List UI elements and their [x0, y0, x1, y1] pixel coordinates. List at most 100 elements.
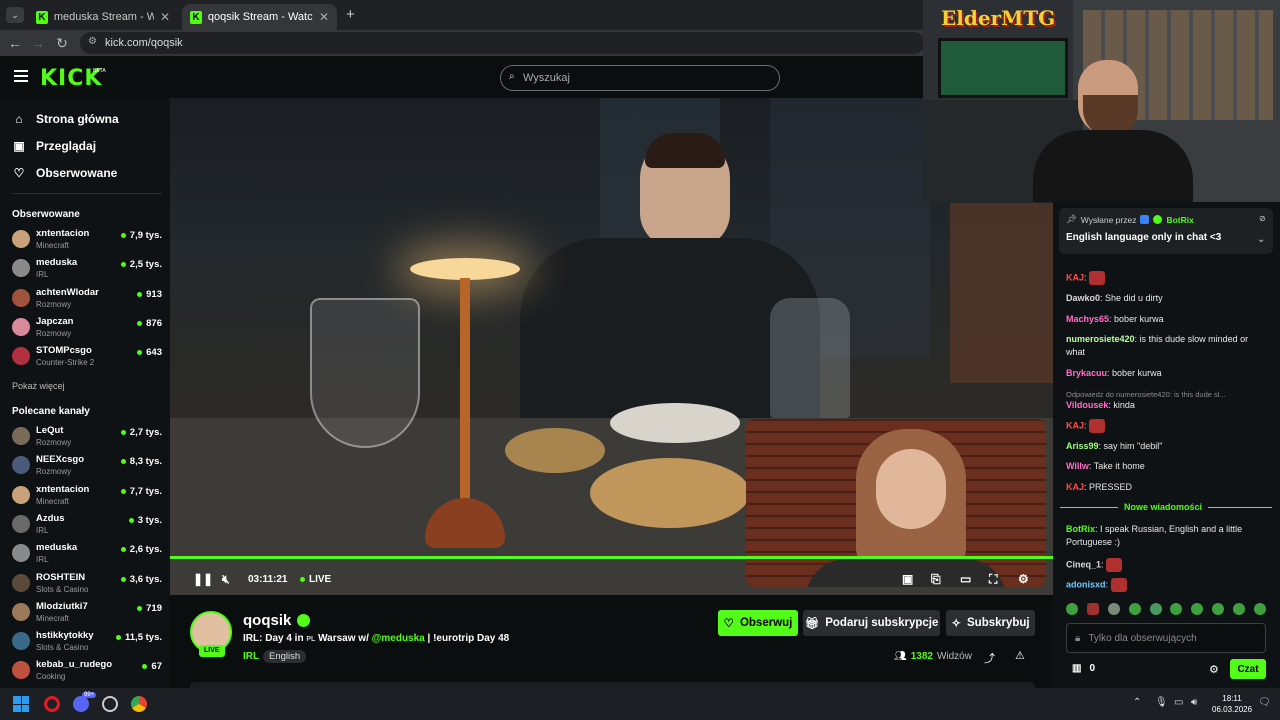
- share-icon[interactable]: ⤴: [984, 650, 995, 666]
- channel-row[interactable]: xntentacion Minecraft 7,7 tys.: [12, 484, 162, 512]
- emote-icon[interactable]: [1170, 603, 1183, 615]
- new-tab-button[interactable]: +: [346, 6, 355, 23]
- channel-row[interactable]: meduska IRL 2,6 tys.: [12, 542, 162, 570]
- site-info-icon[interactable]: ⚙: [88, 36, 97, 47]
- forward-icon[interactable]: →: [28, 33, 48, 53]
- channel-points[interactable]: ▥ 0: [1072, 663, 1095, 674]
- channel-row[interactable]: hstikkytokky Slots & Casino 11,5 tys.: [12, 630, 162, 658]
- clock[interactable]: 18:11 06.03.2026: [1212, 693, 1252, 715]
- nav-following[interactable]: ♡ Obserwowane: [12, 166, 118, 180]
- channel-avatar-icon: [12, 288, 30, 307]
- emote-icon[interactable]: [1128, 603, 1141, 615]
- network-icon[interactable]: ▭: [1174, 697, 1183, 708]
- menu-icon[interactable]: [14, 70, 28, 82]
- url-field[interactable]: ⚙ kick.com/qoqsik: [80, 32, 925, 54]
- chat-username[interactable]: Brykacuu: [1066, 368, 1107, 378]
- channel-row[interactable]: LeQut Rozmowy 2,7 tys.: [12, 425, 162, 453]
- channel-row[interactable]: Japczan Rozmowy 876: [12, 316, 162, 344]
- emote-icon[interactable]: [1086, 603, 1099, 615]
- tab-search-icon[interactable]: ⌄: [6, 7, 24, 23]
- subscribe-button[interactable]: ✧ Subskrybuj: [946, 610, 1035, 636]
- pinned-message[interactable]: 📌︎ Wysłane przez BotRix ⊘ English langua…: [1059, 208, 1273, 254]
- search-input[interactable]: ⌕ Wyszukaj: [500, 65, 780, 91]
- chat-username[interactable]: Machys65: [1066, 314, 1109, 324]
- notifications-icon[interactable]: 🗨︎: [1258, 697, 1271, 708]
- language-tag[interactable]: English: [263, 650, 307, 663]
- clip-icon[interactable]: ⎘: [931, 572, 941, 587]
- chat-input[interactable]: 🔒︎ Tylko dla obserwujących: [1066, 623, 1266, 653]
- chat-username[interactable]: Vildousek: [1066, 400, 1108, 410]
- channel-row[interactable]: Azdus IRL 3 tys.: [12, 513, 162, 541]
- follow-button[interactable]: ♡ Obserwuj: [718, 610, 798, 636]
- category-link[interactable]: IRL: [243, 651, 259, 662]
- chat-text: Take it home: [1093, 461, 1145, 471]
- nav-home[interactable]: ⌂ Strona główna: [12, 112, 118, 126]
- app-icon[interactable]: [102, 696, 118, 712]
- channel-name: meduska: [36, 542, 78, 554]
- search-icon: ⌕: [509, 71, 515, 82]
- live-dot-icon: [142, 664, 148, 670]
- channel-row[interactable]: meduska IRL 2,5 tys.: [12, 257, 162, 285]
- report-icon[interactable]: ⚠: [1015, 649, 1025, 662]
- channel-row[interactable]: kebab_u_rudego Cooking 67: [12, 659, 162, 687]
- theater-mode-icon[interactable]: ▭: [960, 572, 971, 586]
- chat-username[interactable]: KAJ: [1066, 482, 1084, 492]
- windows-start-icon[interactable]: [13, 696, 29, 712]
- close-tab-icon[interactable]: ✕: [319, 10, 329, 24]
- chrome-icon[interactable]: [131, 696, 147, 712]
- channel-row[interactable]: NEEXcsgo Rozmowy 8,3 tys.: [12, 454, 162, 482]
- emote-icon[interactable]: [1149, 603, 1162, 615]
- opera-icon[interactable]: [44, 696, 60, 712]
- chat-settings-icon[interactable]: ⚙: [1209, 663, 1219, 676]
- expand-chevron-down-icon[interactable]: ⌄: [1257, 234, 1265, 245]
- settings-icon[interactable]: ⚙: [1018, 572, 1029, 586]
- chat-username[interactable]: Dawko0: [1066, 293, 1100, 303]
- chat-username[interactable]: Willw: [1066, 461, 1089, 471]
- live-indicator[interactable]: LIVE: [300, 574, 331, 585]
- chat-username[interactable]: KAJ: [1066, 420, 1084, 430]
- pip-icon[interactable]: ▣: [902, 572, 913, 586]
- close-tab-icon[interactable]: ✕: [160, 10, 170, 24]
- gift-subs-button[interactable]: 🎁︎ Podaruj subskrypcje: [803, 610, 940, 636]
- nav-browse[interactable]: ▣ Przeglądaj: [12, 139, 96, 153]
- emote-icon[interactable]: [1212, 603, 1225, 615]
- discord-icon[interactable]: [73, 696, 89, 712]
- browser-tab-active[interactable]: K qoqsik Stream - Watch Live on ✕: [182, 4, 337, 30]
- chat-username[interactable]: adonisxd: [1066, 579, 1106, 589]
- mention-link[interactable]: @meduska: [372, 633, 425, 644]
- chat-username[interactable]: KAJ: [1066, 272, 1084, 282]
- browser-tab[interactable]: K meduska Stream - Watch Live o ✕: [28, 4, 178, 30]
- show-more-link[interactable]: Pokaż więcej: [12, 381, 65, 391]
- send-chat-button[interactable]: Czat: [1230, 659, 1266, 679]
- channel-avatar-icon: [12, 230, 30, 248]
- channel-row[interactable]: ROSHTEIN Slots & Casino 3,6 tys.: [12, 572, 162, 600]
- progress-bar[interactable]: [170, 556, 1053, 559]
- unpin-icon[interactable]: ⊘: [1259, 214, 1266, 223]
- viewers-number: 1382: [910, 651, 933, 662]
- fullscreen-icon[interactable]: ⛶: [989, 572, 997, 587]
- volume-icon[interactable]: 🔊︎: [1191, 697, 1197, 708]
- home-icon: ⌂: [15, 112, 23, 126]
- channel-row[interactable]: xntentacion Minecraft 7,9 tys.: [12, 228, 162, 256]
- channel-row[interactable]: Mlodziutki7 Minecraft 719: [12, 601, 162, 629]
- channel-name: xntentacion: [36, 228, 90, 239]
- emote-icon[interactable]: [1066, 603, 1078, 615]
- chat-username[interactable]: Ariss99: [1066, 441, 1099, 451]
- chat-username[interactable]: Cineq_1: [1066, 559, 1101, 569]
- channel-row[interactable]: STOMPcsgo Counter-Strike 2 643: [12, 345, 162, 373]
- mute-icon[interactable]: 🔇︎: [222, 572, 230, 587]
- chat-username[interactable]: BotRix: [1066, 524, 1095, 534]
- mic-icon[interactable]: 🎙︎: [1155, 697, 1168, 708]
- back-icon[interactable]: ←: [5, 33, 25, 53]
- emote-icon[interactable]: [1253, 603, 1266, 615]
- emote-icon[interactable]: [1191, 603, 1204, 615]
- reload-icon[interactable]: ↻: [52, 33, 72, 53]
- tray-chevron-up-icon[interactable]: ⌃: [1133, 697, 1141, 708]
- channel-name[interactable]: qoqsik: [243, 612, 291, 629]
- pause-icon[interactable]: ❚❚: [193, 572, 213, 586]
- channel-row[interactable]: achtenWlodar Rozmowy 913: [12, 287, 162, 315]
- chat-username[interactable]: numerosiete420: [1066, 334, 1135, 344]
- emote-icon[interactable]: [1107, 603, 1120, 615]
- emote-icon[interactable]: [1233, 603, 1245, 615]
- heart-icon: ♡: [723, 618, 734, 630]
